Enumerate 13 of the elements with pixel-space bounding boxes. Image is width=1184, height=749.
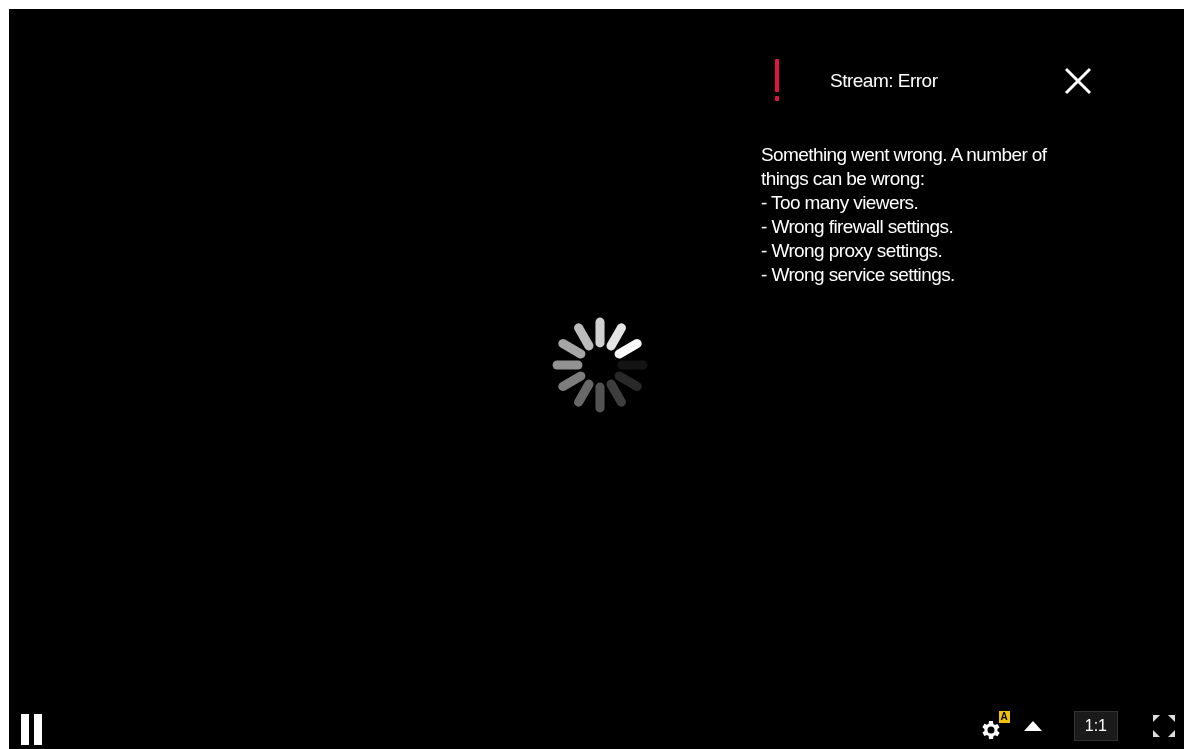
error-message: Something went wrong. A number of things can be wrong: xyxy=(761,143,1048,191)
zoom-button[interactable]: 1:1 xyxy=(1073,711,1118,741)
error-reason: - Wrong proxy settings. xyxy=(761,239,944,263)
settings-button[interactable]: A xyxy=(977,710,1010,742)
pause-button[interactable] xyxy=(19,713,45,745)
caret-up-icon[interactable] xyxy=(1023,721,1042,731)
error-title: Stream: Error xyxy=(830,70,939,92)
error-reason: - Too many viewers. xyxy=(761,191,920,215)
fullscreen-icon[interactable] xyxy=(1152,714,1176,738)
exclamation-icon xyxy=(774,59,780,103)
error-reason: - Wrong service settings. xyxy=(761,263,956,287)
close-icon[interactable] xyxy=(1063,66,1093,96)
error-reason: - Wrong firewall settings. xyxy=(761,215,955,239)
